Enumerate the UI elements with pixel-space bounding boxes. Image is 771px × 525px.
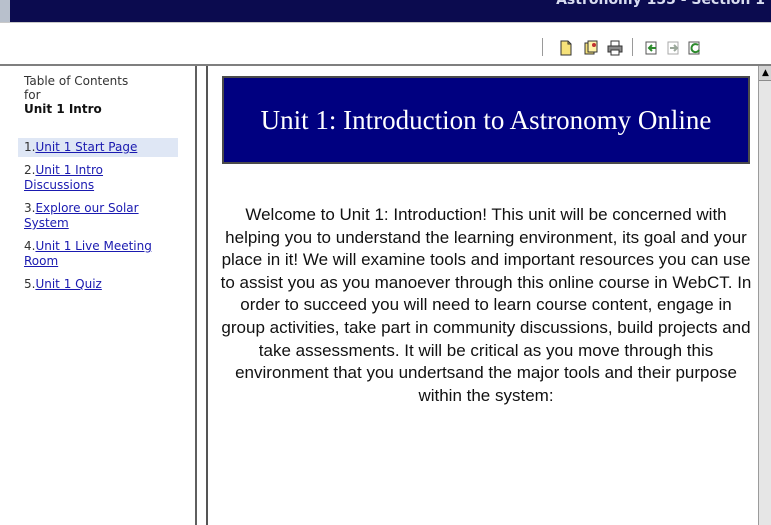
toc-title: Table of Contents: [24, 74, 129, 88]
toc-unit-name: Unit 1 Intro: [24, 102, 102, 116]
toc-item-number: 5.: [24, 277, 36, 291]
scroll-up-icon[interactable]: ▲: [759, 66, 771, 81]
bookmark-icon[interactable]: [583, 40, 599, 56]
new-page-icon[interactable]: [558, 40, 574, 56]
print-icon[interactable]: [607, 40, 623, 56]
unit-title-box: Unit 1: Introduction to Astronomy Online: [222, 76, 750, 164]
content-scrollbar[interactable]: ▲: [758, 66, 771, 525]
content-panel: Unit 1: Introduction to Astronomy Online…: [206, 66, 760, 525]
toolbar-separator: [542, 38, 543, 56]
toc-header: Table of Contents for Unit 1 Intro: [24, 74, 184, 116]
toc-item-quiz: 5.Unit 1 Quiz: [18, 275, 178, 294]
top-banner: Astronomy 155 - Section 1: [0, 0, 771, 22]
refresh-icon[interactable]: [687, 40, 703, 56]
unit-intro-text: Welcome to Unit 1: Introduction! This un…: [220, 205, 752, 405]
toolbar: [0, 28, 771, 66]
toc-link-solar-system[interactable]: Explore our Solar System: [24, 201, 139, 230]
toc-link-intro-discussions[interactable]: Unit 1 Intro Discussions: [24, 163, 103, 192]
toc-list: 1.Unit 1 Start Page 2.Unit 1 Intro Discu…: [18, 138, 178, 298]
toc-for: for: [24, 88, 41, 102]
toc-link-live-meeting[interactable]: Unit 1 Live Meeting Room: [24, 239, 152, 268]
next-icon[interactable]: [666, 40, 682, 56]
toc-item-number: 1.: [24, 140, 36, 154]
unit-title: Unit 1: Introduction to Astronomy Online: [260, 105, 712, 135]
toc-item-live-meeting: 4.Unit 1 Live Meeting Room: [18, 237, 178, 271]
toolbar-separator: [632, 38, 633, 56]
toc-item-number: 4.: [24, 239, 36, 253]
previous-icon[interactable]: [644, 40, 660, 56]
toc-link-quiz[interactable]: Unit 1 Quiz: [35, 277, 101, 291]
banner-edge: [0, 0, 10, 22]
toc-item-number: 2.: [24, 163, 36, 177]
course-title: Astronomy 155 - Section 1: [556, 0, 765, 8]
toc-item-number: 3.: [24, 201, 36, 215]
toc-link-start-page[interactable]: Unit 1 Start Page: [35, 140, 137, 154]
toc-item-intro-discussions: 2.Unit 1 Intro Discussions: [18, 161, 178, 195]
toc-item-solar-system: 3.Explore our Solar System: [18, 199, 178, 233]
toc-item-start-page: 1.Unit 1 Start Page: [18, 138, 178, 157]
